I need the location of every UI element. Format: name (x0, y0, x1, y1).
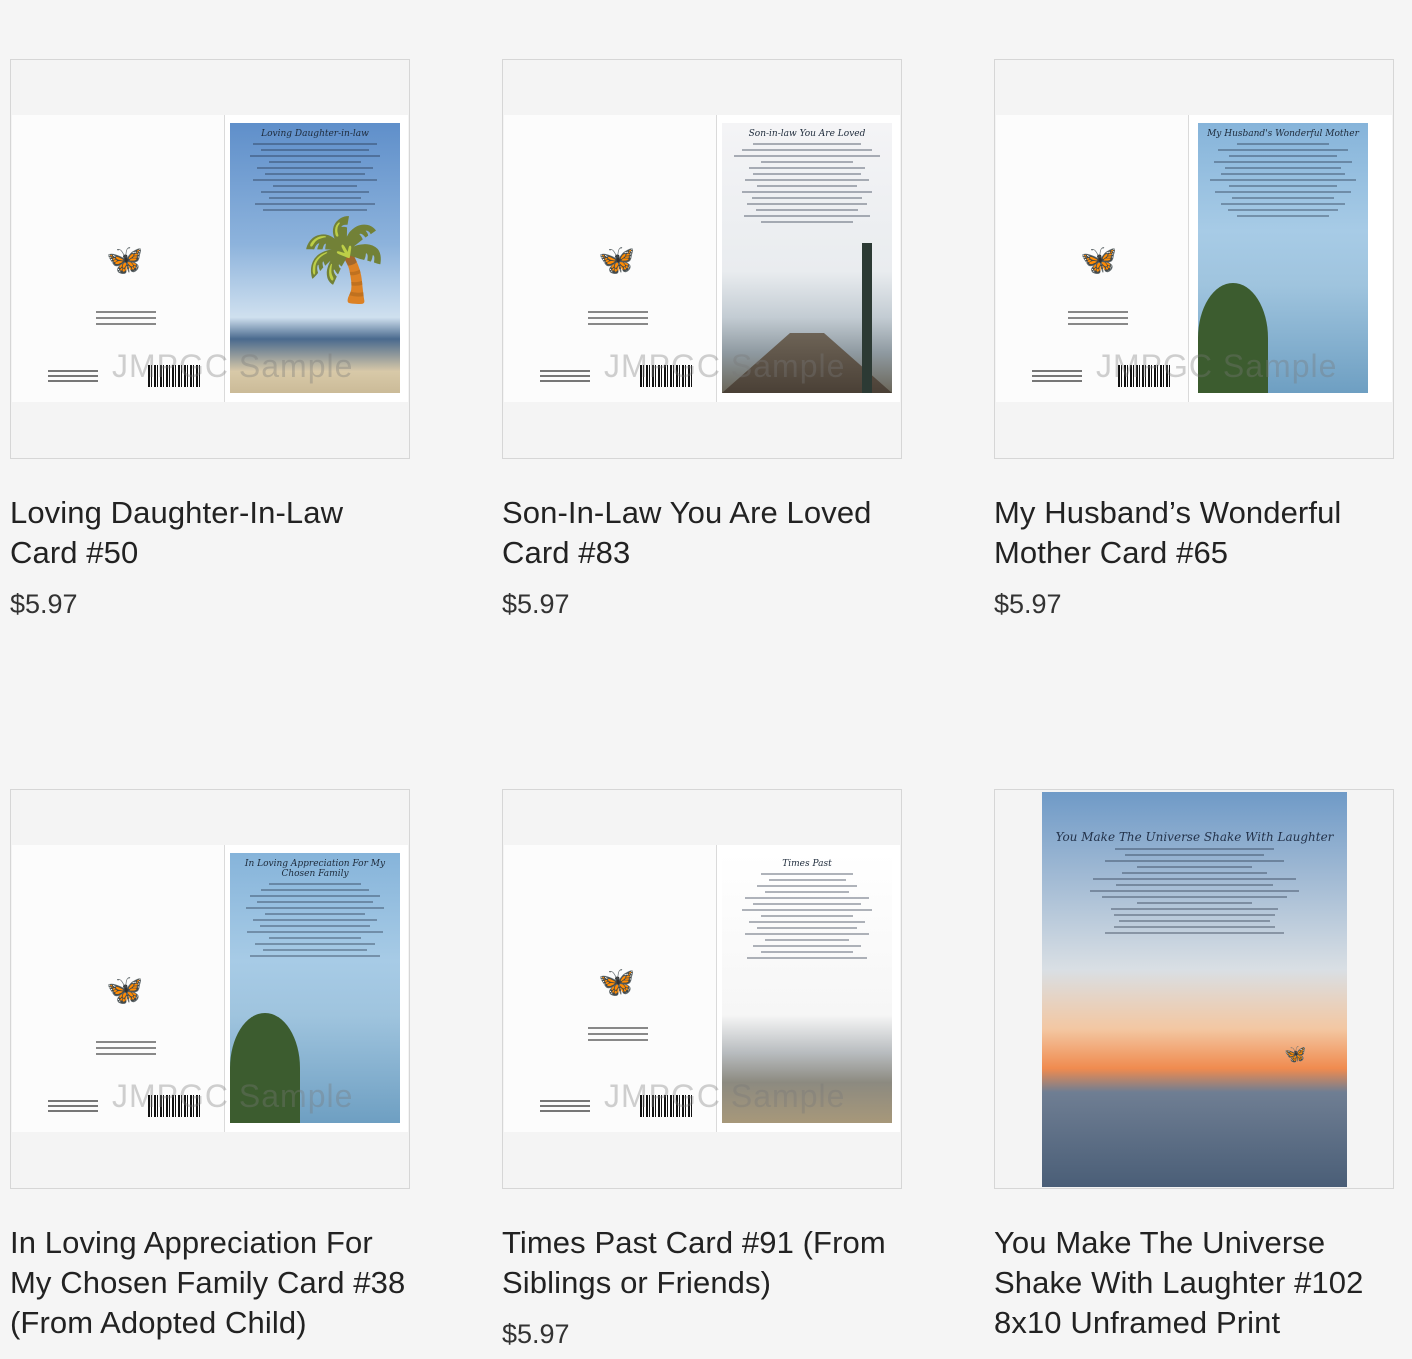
card-spread: 🦋 In Loving Appreciation For My Chosen F… (12, 845, 408, 1132)
product-image[interactable]: 🦋 Loving Daughter-in-law 🌴 JMPGC Sample (10, 59, 410, 459)
butterfly-icon: 🦋 (1080, 244, 1118, 277)
product-card[interactable]: 🦋 In Loving Appreciation For My Chosen F… (10, 789, 410, 1359)
palm-tree-icon: 🌴 (294, 215, 394, 304)
product-price: $5.97 (10, 589, 78, 619)
product-card[interactable]: 🦋 Loving Daughter-in-law 🌴 JMPGC Sample … (10, 59, 410, 620)
product-image[interactable]: 🦋 My Husband's Wonderful Mother JMPGC Sa… (994, 59, 1394, 459)
photo-credit (1032, 367, 1082, 385)
card-poem: Loving Daughter-in-law (238, 129, 392, 215)
card-back-text (96, 1037, 156, 1059)
product-image[interactable]: 🦋 In Loving Appreciation For My Chosen F… (10, 789, 410, 1189)
card-spread: 🦋 Son-in-law You Are Loved JMPGC Sample (504, 115, 900, 402)
product-title[interactable]: You Make The Universe Shake With Laughte… (994, 1223, 1394, 1343)
product-price: $5.97 (502, 1319, 570, 1349)
product-image[interactable]: You Make The Universe Shake With Laughte… (994, 789, 1394, 1189)
photo-credit (48, 1097, 98, 1115)
card-back-text (96, 307, 156, 329)
product-price: $5.97 (994, 589, 1062, 619)
print-poem: You Make The Universe Shake With Laughte… (1050, 830, 1339, 938)
card-spread: 🦋 Times Past JMPGC Sample (504, 845, 900, 1132)
product-title[interactable]: Loving Daughter-In-Law Card #50 (10, 493, 410, 573)
product-title[interactable]: Times Past Card #91 (From Siblings or Fr… (502, 1223, 902, 1303)
photo-credit (48, 367, 98, 385)
butterfly-icon: 🦋 (106, 974, 144, 1007)
product-image[interactable]: 🦋 Times Past JMPGC Sample (502, 789, 902, 1189)
card-spread: 🦋 Loving Daughter-in-law 🌴 JMPGC Sample (12, 115, 408, 402)
product-card[interactable]: You Make The Universe Shake With Laughte… (994, 789, 1394, 1359)
product-title[interactable]: My Husband’s Wonderful Mother Card #65 (994, 493, 1394, 573)
card-poem: Times Past (730, 859, 884, 963)
product-title[interactable]: In Loving Appreciation For My Chosen Fam… (10, 1223, 410, 1343)
print-heading: You Make The Universe Shake With Laughte… (1055, 830, 1334, 844)
card-heading: Son-in-law You Are Loved (748, 129, 866, 139)
product-price: $5.97 (502, 589, 570, 619)
card-heading: In Loving Appreciation For My Chosen Fam… (244, 859, 386, 879)
product-image[interactable]: 🦋 Son-in-law You Are Loved JMPGC Sample (502, 59, 902, 459)
card-poem: My Husband's Wonderful Mother (1206, 129, 1360, 221)
watermark: JMPGC Sample (604, 348, 846, 384)
butterfly-icon: 🦋 (598, 966, 636, 999)
card-spread: 🦋 My Husband's Wonderful Mother JMPGC Sa… (996, 115, 1392, 402)
card-heading: My Husband's Wonderful Mother (1207, 129, 1359, 139)
card-poem: In Loving Appreciation For My Chosen Fam… (238, 859, 392, 961)
butterfly-icon: 🦋 (598, 244, 636, 277)
watermark: JMPGC Sample (112, 348, 354, 384)
watermark: JMPGC Sample (1096, 348, 1338, 384)
photo-credit (540, 1097, 590, 1115)
product-card[interactable]: 🦋 Times Past JMPGC Sample Times Past Car… (502, 789, 902, 1350)
card-back-text (1068, 307, 1128, 329)
print-image: You Make The Universe Shake With Laughte… (1042, 792, 1347, 1187)
product-card[interactable]: 🦋 My Husband's Wonderful Mother JMPGC Sa… (994, 59, 1394, 620)
product-card[interactable]: 🦋 Son-in-law You Are Loved JMPGC Sample (502, 59, 902, 620)
photo-credit (540, 367, 590, 385)
product-title[interactable]: Son-In-Law You Are Loved Card #83 (502, 493, 902, 573)
card-heading: Times Past (782, 859, 832, 869)
lamppost-image (862, 243, 872, 393)
watermark: JMPGC Sample (112, 1078, 354, 1114)
card-back-text (588, 1023, 648, 1045)
card-poem: Son-in-law You Are Loved (730, 129, 884, 227)
card-heading: Loving Daughter-in-law (261, 129, 369, 139)
card-back-text (588, 307, 648, 329)
watermark: JMPGC Sample (604, 1078, 846, 1114)
butterfly-icon: 🦋 (1284, 1044, 1307, 1064)
butterfly-icon: 🦋 (106, 244, 144, 277)
